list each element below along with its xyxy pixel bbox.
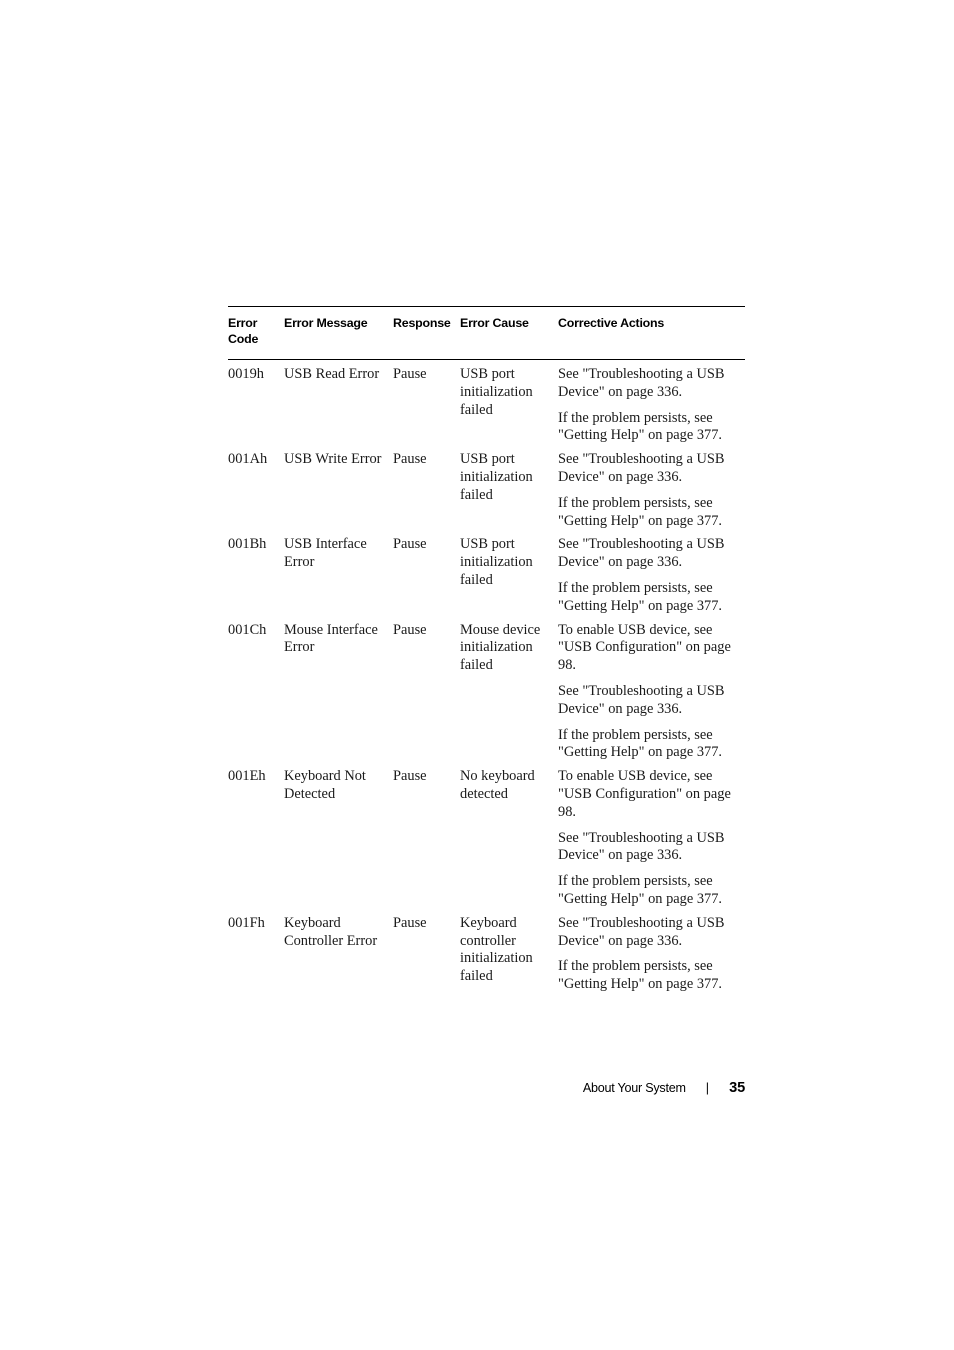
error-code-table: Error Code Error Message Response Error … (228, 306, 745, 994)
corrective-action-paragraph: To enable USB device, see "USB Configura… (558, 768, 731, 820)
cell-response: Pause (393, 914, 427, 931)
footer-section-title: About Your System (582, 1081, 686, 1095)
table-row: 001Bh USB Interface Error Pause USB port in… (228, 530, 745, 615)
cell-error-cause: USB port initialization failed (460, 366, 533, 418)
corrective-action-paragraph: If the problem persists, see "Getting He… (558, 494, 723, 529)
cell-error-message: USB Interface Error (284, 536, 367, 571)
table-body: 0019h USB Read Error Pause USB port initial… (228, 360, 745, 994)
column-header-error-cause: Error Cause (460, 306, 558, 360)
table-row: 001Fh Keyboard Controller Error Pause Keybo… (228, 909, 745, 994)
cell-error-code: 001Ch (228, 621, 267, 638)
column-header-error-message: Error Message (284, 306, 393, 360)
error-code-table-container: Error Code Error Message Response Error … (228, 306, 745, 994)
cell-error-message: Keyboard Controller Error (284, 914, 378, 949)
cell-error-cause: Keyboard controller initialization faile… (460, 914, 533, 985)
cell-error-code: 001Ah (228, 451, 268, 468)
corrective-action-paragraph: If the problem persists, see "Getting He… (558, 409, 723, 444)
cell-corrective-actions: See "Troubleshooting a USB Device" on pa… (558, 530, 745, 615)
column-header-error-code: Error Code (228, 306, 284, 360)
table-row: 001Eh Keyboard Not Detected Pause No keyboa… (228, 762, 745, 909)
cell-error-cause: USB port initialization failed (460, 536, 533, 588)
page-footer: About Your System | 35 (228, 1080, 745, 1096)
cell-error-code: 001Eh (228, 768, 266, 785)
cell-error-message: USB Read Error (284, 366, 380, 382)
corrective-action-paragraph: See "Troubleshooting a USB Device" on pa… (558, 829, 725, 864)
cell-corrective-actions: See "Troubleshooting a USB Device" on pa… (558, 909, 745, 994)
cell-corrective-actions: To enable USB device, see "USB Configura… (558, 762, 745, 909)
cell-response: Pause (393, 451, 427, 468)
corrective-action-paragraph: See "Troubleshooting a USB Device" on pa… (558, 682, 725, 717)
corrective-action-paragraph: If the problem persists, see "Getting He… (558, 579, 723, 614)
cell-error-cause: No keyboard detected (460, 768, 535, 802)
cell-response: Pause (393, 366, 427, 382)
corrective-action-paragraph: See "Troubleshooting a USB Device" on pa… (558, 366, 725, 400)
footer-separator: | (705, 1081, 709, 1095)
corrective-action-paragraph: If the problem persists, see "Getting He… (558, 958, 723, 993)
cell-error-message: Keyboard Not Detected (284, 768, 366, 802)
table-row: 0019h USB Read Error Pause USB port initial… (228, 360, 745, 446)
corrective-action-paragraph: To enable USB device, see "USB Configura… (558, 621, 731, 674)
cell-corrective-actions: See "Troubleshooting a USB Device" on pa… (558, 445, 745, 530)
document-page: Error Code Error Message Response Error … (0, 0, 954, 1350)
table-header: Error Code Error Message Response Error … (228, 306, 745, 360)
table-row: 001Ch Mouse Interface Error Pause Mouse dev… (228, 616, 745, 763)
cell-response: Pause (393, 621, 427, 638)
cell-corrective-actions: See "Troubleshooting a USB Device" on pa… (558, 360, 745, 446)
cell-response: Pause (393, 768, 427, 785)
cell-error-code: 001Fh (228, 914, 265, 931)
column-header-corrective-actions: Corrective Actions (558, 306, 745, 360)
cell-error-code: 0019h (228, 366, 264, 382)
cell-error-code: 001Bh (228, 536, 267, 553)
corrective-action-paragraph: See "Troubleshooting a USB Device" on pa… (558, 451, 725, 485)
corrective-action-paragraph: If the problem persists, see "Getting He… (558, 873, 723, 907)
table-row: 001Ah USB Write Error Pause USB port initia… (228, 445, 745, 530)
column-header-response: Response (393, 306, 460, 360)
cell-response: Pause (393, 536, 427, 553)
corrective-action-paragraph: See "Troubleshooting a USB Device" on pa… (558, 536, 725, 571)
corrective-action-paragraph: If the problem persists, see "Getting He… (558, 726, 723, 761)
cell-error-message: Mouse Interface Error (284, 621, 378, 656)
table-header-row: Error Code Error Message Response Error … (228, 306, 745, 360)
corrective-action-paragraph: See "Troubleshooting a USB Device" on pa… (558, 914, 725, 949)
cell-error-cause: Mouse device initialization failed (460, 621, 541, 674)
page-number: 35 (729, 1080, 745, 1096)
cell-corrective-actions: To enable USB device, see "USB Configura… (558, 616, 745, 763)
cell-error-message: USB Write Error (284, 451, 382, 468)
cell-error-cause: USB port initialization failed (460, 451, 533, 503)
